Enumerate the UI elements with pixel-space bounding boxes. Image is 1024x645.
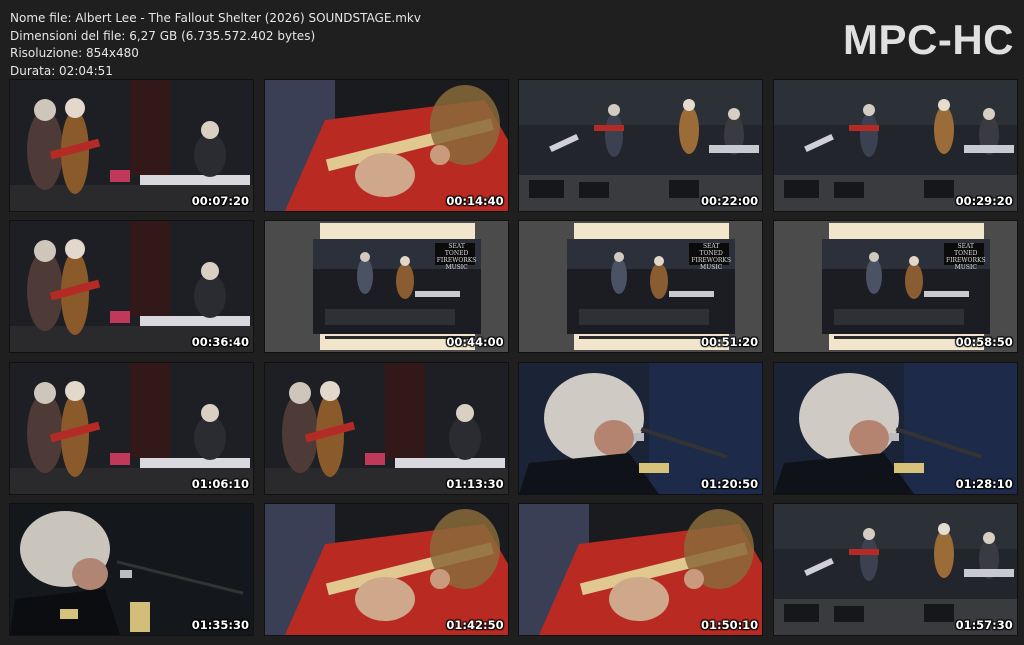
thumbnail-11: 01:20:50: [518, 361, 764, 495]
timestamp-label: 00:29:20: [955, 194, 1013, 208]
timestamp-label: 01:28:10: [955, 476, 1013, 491]
timestamp-label: 00:51:20: [700, 335, 759, 350]
thumbnail-9: 01:06:10: [9, 361, 254, 495]
thumbnail-13: 01:35:30: [9, 502, 254, 636]
thumbnail-2: 00:14:40: [263, 79, 509, 212]
thumbnail-1: 00:07:20: [9, 79, 254, 212]
frame-logo-text: SEAT TONED FIREWORKS MUSIC: [945, 243, 986, 272]
timestamp-label: 01:20:50: [700, 476, 759, 491]
thumbnail-3: 00:22:00: [518, 79, 764, 212]
video-frame-image: [773, 362, 1017, 494]
file-size: Dimensioni del file: 6,27 GB (6.735.572.…: [10, 28, 316, 43]
video-frame-image: [519, 221, 763, 353]
thumbnail-6: SEAT TONED FIREWORKS MUSIC 00:44:00: [263, 220, 509, 354]
timestamp-label: 01:13:30: [446, 476, 504, 491]
video-frame-image: [264, 221, 508, 353]
file-duration: Durata: 02:04:51: [10, 63, 113, 78]
video-frame-image: [264, 80, 508, 211]
timestamp-label: 01:42:50: [446, 617, 504, 632]
thumbnail-8: SEAT TONED FIREWORKS MUSIC 00:58:50: [772, 220, 1018, 354]
timestamp-label: 00:07:20: [191, 194, 249, 208]
timestamp-label: 00:22:00: [700, 194, 759, 208]
timestamp-label: 00:36:40: [191, 335, 249, 350]
timestamp-label: 00:58:50: [955, 335, 1013, 350]
video-frame-image: [10, 503, 253, 635]
timestamp-label: 00:14:40: [446, 194, 504, 208]
video-frame-image: [773, 80, 1017, 211]
timestamp-label: 01:50:10: [700, 617, 759, 632]
video-frame-image: [773, 503, 1017, 635]
frame-logo-text: SEAT TONED FIREWORKS MUSIC: [436, 243, 477, 272]
thumbnail-grid: 00:07:20 00:14:40 00:22:00 00:29:20 00:3…: [9, 79, 1018, 636]
video-frame-image: [519, 80, 763, 211]
thumbnail-12: 01:28:10: [772, 361, 1018, 495]
thumbnail-5: 00:36:40: [9, 220, 254, 354]
file-resolution: Risoluzione: 854x480: [10, 46, 139, 60]
video-frame-image: [264, 362, 508, 494]
mpc-hc-logo: MPC-HC: [843, 16, 1014, 63]
timestamp-label: 01:35:30: [191, 617, 249, 632]
video-frame-image: [10, 221, 253, 353]
thumbnail-16: 01:57:30: [772, 502, 1018, 636]
timestamp-label: 01:57:30: [955, 617, 1013, 632]
timestamp-label: 00:44:00: [446, 335, 504, 350]
video-frame-image: [519, 503, 763, 635]
video-frame-image: [264, 503, 508, 635]
thumbnail-14: 01:42:50: [263, 502, 509, 636]
video-frame-image: [10, 362, 253, 494]
video-frame-image: [10, 80, 253, 211]
timestamp-label: 01:06:10: [191, 476, 249, 491]
file-name: Nome file: Albert Lee - The Fallout Shel…: [10, 11, 421, 25]
thumbnail-4: 00:29:20: [772, 79, 1018, 212]
file-info: Nome file: Albert Lee - The Fallout Shel…: [10, 10, 421, 80]
video-frame-image: [519, 362, 763, 494]
thumbnail-7: SEAT TONED FIREWORKS MUSIC 00:51:20: [518, 220, 764, 354]
video-frame-image: [773, 221, 1017, 353]
thumbnail-15: 01:50:10: [518, 502, 764, 636]
frame-logo-text: SEAT TONED FIREWORKS MUSIC: [691, 243, 731, 272]
thumbnail-10: 01:13:30: [263, 361, 509, 495]
